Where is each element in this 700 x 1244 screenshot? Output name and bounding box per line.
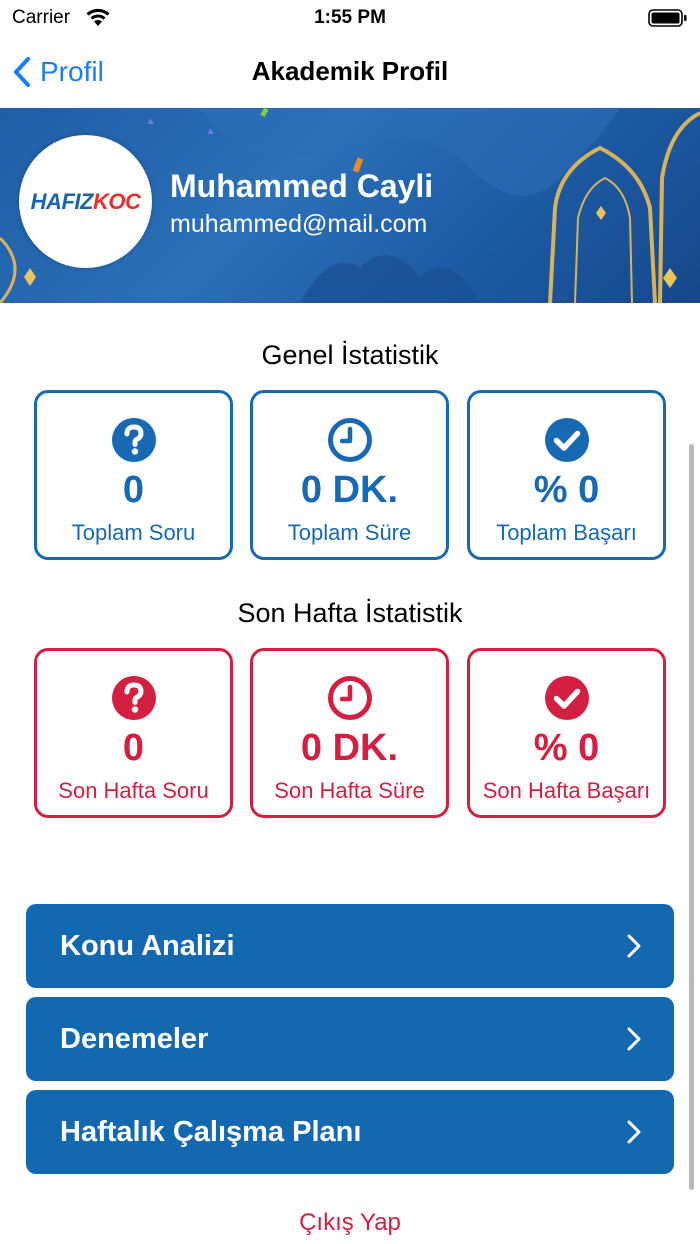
check-circle-icon [544, 418, 589, 462]
stat-card-week-success: % 0 Son Hafta Başarı [467, 648, 666, 818]
general-stats-title: Genel İstatistik [261, 340, 439, 370]
stat-card-total-success: % 0 Toplam Başarı [467, 390, 666, 560]
stat-value: 0 DK. [300, 469, 399, 511]
clock-icon [327, 676, 372, 720]
status-bar: Carrier 1:55 PM [0, 0, 700, 36]
stat-value: 0 [122, 469, 145, 511]
user-email: muhammed@mail.com [170, 210, 428, 238]
stat-value: 0 [122, 727, 145, 769]
profile-banner: HAFIZKOC Muhammed Cayli muhammed@mail.co… [0, 108, 700, 303]
stat-value: % 0 [533, 469, 600, 511]
user-name: Muhammed Cayli [170, 168, 434, 204]
week-stats-title: Son Hafta İstatistik [237, 598, 463, 628]
chevron-right-icon [627, 1027, 641, 1051]
navigation-bar: Profil Akademik Profil [0, 36, 700, 108]
question-circle-icon [111, 676, 156, 720]
logout-button[interactable]: Çıkış Yap [0, 1209, 700, 1237]
menu-label: Denemeler [60, 1022, 209, 1055]
exams-button[interactable]: Denemeler [26, 997, 674, 1081]
stat-value: % 0 [533, 727, 600, 769]
app-logo: HAFIZKOC [30, 188, 141, 214]
status-time: 1:55 PM [314, 7, 386, 28]
stat-label: Toplam Başarı [496, 520, 637, 545]
chevron-right-icon [627, 934, 641, 958]
stat-card-week-time: 0 DK. Son Hafta Süre [250, 648, 449, 818]
stat-value: 0 DK. [300, 727, 399, 769]
scrollbar[interactable] [689, 444, 694, 1190]
battery-icon [648, 9, 687, 27]
page-title: Akademik Profil [251, 56, 449, 86]
menu-label: Konu Analizi [60, 929, 235, 962]
stat-card-total-questions: 0 Toplam Soru [34, 390, 233, 560]
stat-label: Son Hafta Soru [58, 778, 209, 803]
stat-card-total-time: 0 DK. Toplam Süre [250, 390, 449, 560]
stat-card-week-questions: 0 Son Hafta Soru [34, 648, 233, 818]
clock-icon [327, 418, 372, 462]
topic-analysis-button[interactable]: Konu Analizi [26, 904, 674, 988]
stat-label: Toplam Süre [287, 520, 412, 545]
stat-label: Toplam Soru [71, 520, 196, 545]
weekly-plan-button[interactable]: Haftalık Çalışma Planı [26, 1090, 674, 1174]
avatar: HAFIZKOC [19, 135, 152, 268]
chevron-right-icon [627, 1120, 641, 1144]
check-circle-icon [544, 676, 589, 720]
stat-label: Son Hafta Başarı [482, 778, 651, 803]
question-circle-icon [111, 418, 156, 462]
stat-label: Son Hafta Süre [274, 778, 425, 803]
menu-label: Haftalık Çalışma Planı [60, 1115, 362, 1148]
